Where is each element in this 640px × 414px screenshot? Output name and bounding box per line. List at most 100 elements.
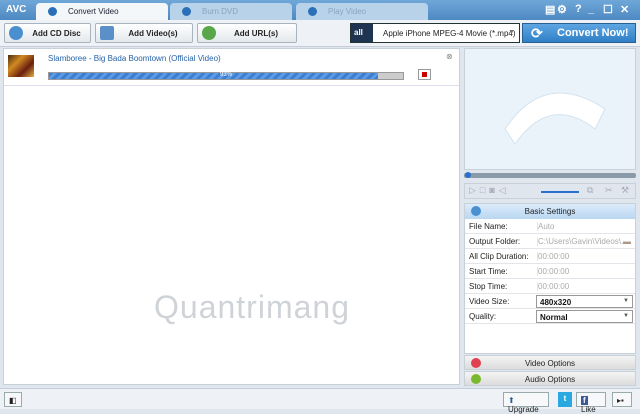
output-folder-row: Output Folder: C:\Users\Gavin\Videos\... ▬	[465, 234, 635, 249]
label: Quality:	[469, 312, 497, 321]
label: Upgrade	[508, 405, 539, 414]
stop-icon[interactable]: □	[480, 185, 489, 195]
stop-button[interactable]	[418, 69, 431, 80]
label: Output Folder:	[469, 237, 521, 246]
status-bar: ◧ ⬆ Upgrade t f Like ▸▪	[0, 388, 640, 414]
output-folder-field[interactable]: C:\Users\Gavin\Videos\...	[537, 237, 628, 246]
camera-icon[interactable]: ◙	[489, 185, 498, 195]
label: Start Time:	[469, 267, 508, 276]
convert-icon	[48, 7, 57, 16]
video-title[interactable]: Slamboree - Big Bada Boomtown (Official …	[48, 54, 221, 63]
basic-settings-panel: Basic Settings File Name: Auto Output Fol…	[464, 203, 636, 354]
volume-icon[interactable]: ◁	[499, 185, 510, 195]
seek-handle[interactable]	[465, 172, 471, 178]
crop-icon[interactable]: ⧉	[587, 185, 597, 196]
format-value: Apple iPhone MPEG-4 Movie (*.mp4)	[383, 29, 516, 38]
progress-bar: 93%	[48, 72, 404, 80]
add-url-button[interactable]: Add URL(s)	[197, 23, 297, 43]
convert-now-button[interactable]: ⟳ Convert Now!	[522, 23, 636, 43]
label: File Name:	[469, 222, 508, 231]
tab-convert-video[interactable]: Convert Video	[36, 3, 168, 20]
video-options-header[interactable]: Video Options	[464, 355, 636, 370]
maximize-button[interactable]: ☐	[603, 3, 613, 16]
tab-label: Convert Video	[68, 7, 119, 16]
label: Video Size:	[469, 297, 510, 306]
stop-time-field[interactable]: 00:00:00	[537, 282, 569, 291]
app-logo: AVC	[6, 4, 27, 15]
arrow-up-icon: ⬆	[508, 396, 515, 405]
add-cd-button[interactable]: Add CD Disc	[4, 23, 91, 43]
chevron-down-icon: ▼	[623, 313, 629, 319]
start-time-field[interactable]: 00:00:00	[537, 267, 569, 276]
output-format-select[interactable]: all Apple iPhone MPEG-4 Movie (*.mp4) ▼	[350, 23, 520, 43]
facebook-like-button[interactable]: f Like	[576, 392, 606, 414]
cd-icon	[9, 26, 23, 40]
audio-options-icon	[471, 374, 481, 384]
tab-burn-dvd[interactable]: Burn DVD	[170, 3, 292, 20]
label: Video Options	[524, 359, 576, 368]
label: Convert Now!	[557, 27, 629, 39]
value: 480x320	[540, 298, 572, 307]
progress-label: 93%	[219, 72, 232, 78]
minimize-button[interactable]: _	[588, 3, 594, 15]
film-reel-icon	[504, 92, 606, 145]
play-icon	[308, 7, 317, 16]
stop-icon	[422, 72, 427, 77]
quality-row: Quality: Normal ▼	[465, 309, 635, 324]
effects-icon[interactable]: ⚒	[621, 185, 633, 196]
toggle-right-panel-icon[interactable]: ▸▪	[612, 392, 632, 407]
tab-label: Burn DVD	[202, 7, 239, 16]
disc-icon	[182, 7, 191, 16]
chevron-down-icon: ▼	[508, 29, 515, 36]
skin-icon[interactable]: ▤	[545, 3, 555, 16]
help-button[interactable]: ?	[575, 3, 582, 15]
basic-settings-header[interactable]: Basic Settings	[465, 204, 635, 219]
stop-time-row: Stop Time: 00:00:00	[465, 279, 635, 294]
video-size-row: Video Size: 480x320 ▼	[465, 294, 635, 309]
gear-icon[interactable]: ⚙	[557, 3, 567, 16]
twitter-button[interactable]: t	[558, 392, 572, 407]
settings-icon	[471, 206, 481, 216]
list-item[interactable]: Slamboree - Big Bada Boomtown (Official …	[4, 49, 459, 86]
audio-options-header[interactable]: Audio Options	[464, 371, 636, 386]
file-list: Slamboree - Big Bada Boomtown (Official …	[3, 48, 460, 385]
title-bar: AVC Convert Video Burn DVD Play Video ▤ …	[0, 0, 640, 20]
label: Add Video(s)	[128, 29, 178, 38]
tab-play-video[interactable]: Play Video	[296, 3, 428, 20]
label: Add URL(s)	[234, 29, 278, 38]
seek-bar[interactable]	[464, 172, 636, 178]
format-icon: all	[351, 24, 373, 42]
volume-slider[interactable]	[541, 191, 579, 193]
folder-icon[interactable]: ▬	[623, 237, 631, 246]
file-name-row: File Name: Auto	[465, 219, 635, 234]
remove-icon[interactable]: ⊗	[446, 52, 453, 61]
video-thumbnail	[8, 55, 34, 77]
toolbar: Add CD Disc Add Video(s) Add URL(s) all …	[0, 20, 640, 47]
tab-label: Play Video	[328, 7, 367, 16]
video-size-select[interactable]: 480x320 ▼	[536, 295, 633, 308]
label: Like	[581, 405, 596, 414]
label: Audio Options	[524, 375, 576, 384]
play-icon[interactable]: ▷	[469, 185, 480, 195]
value: Normal	[540, 313, 568, 322]
watermark: Quantrimang	[154, 289, 350, 325]
add-video-button[interactable]: Add Video(s)	[95, 23, 193, 43]
globe-icon	[202, 26, 216, 40]
toggle-left-panel-icon[interactable]: ◧	[4, 392, 22, 407]
preview-area	[464, 48, 636, 170]
start-time-row: Start Time: 00:00:00	[465, 264, 635, 279]
clip-duration-value: 00:00:00	[537, 252, 570, 261]
player-controls: ▷□◙◁ ⧉ ✂ ⚒	[464, 183, 636, 199]
label: Stop Time:	[469, 282, 508, 291]
quality-select[interactable]: Normal ▼	[536, 310, 633, 323]
right-panel: ▷□◙◁ ⧉ ✂ ⚒ Basic Settings File Name: Auto Ou…	[464, 48, 636, 386]
file-name-field[interactable]: Auto	[537, 222, 554, 231]
scissors-icon[interactable]: ✂	[605, 185, 617, 196]
close-button[interactable]: ✕	[620, 3, 629, 16]
facebook-icon: f	[581, 396, 588, 405]
refresh-icon: ⟳	[531, 25, 543, 41]
upgrade-button[interactable]: ⬆ Upgrade	[503, 392, 549, 414]
video-options-icon	[471, 358, 481, 368]
chevron-down-icon: ▼	[623, 298, 629, 304]
label: Basic Settings	[524, 207, 576, 216]
